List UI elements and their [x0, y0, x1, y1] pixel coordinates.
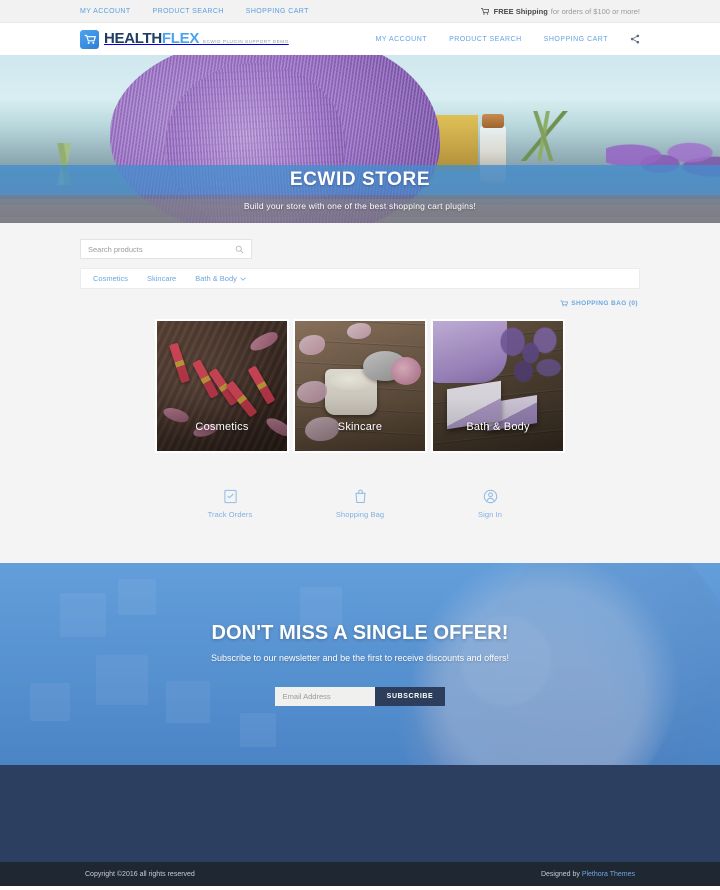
free-shipping-detail: for orders of $100 or more!	[550, 6, 640, 16]
topbar-link-product-search[interactable]: PRODUCT SEARCH	[153, 8, 224, 15]
site-logo[interactable]: HEALTHFLEX ECWID PLUGIN SUPPORT DEMO	[80, 29, 289, 49]
share-icon[interactable]	[630, 34, 640, 44]
designed-by-label: Designed by	[540, 870, 580, 878]
site-header: HEALTHFLEX ECWID PLUGIN SUPPORT DEMO MY …	[0, 23, 720, 55]
newsletter-form: SUBSCRIBE	[0, 687, 720, 706]
shopping-bag-label: SHOPPING BAG (0)	[571, 299, 638, 307]
nav-product-search[interactable]: PRODUCT SEARCH	[449, 36, 522, 43]
search-input[interactable]	[88, 244, 235, 254]
free-shipping-promo: FREE Shipping for orders of $100 or more…	[480, 6, 640, 16]
quick-link-track-orders[interactable]: Track Orders	[185, 489, 275, 519]
quick-link-label: Shopping Bag	[335, 510, 385, 519]
card-label-skincare: Skincare	[337, 421, 383, 433]
topbar-link-my-account[interactable]: MY ACCOUNT	[80, 8, 131, 15]
email-input[interactable]	[274, 687, 375, 706]
shopping-bag-status[interactable]: SHOPPING BAG (0)	[80, 299, 640, 307]
card-label-bath-body: Bath & Body	[466, 421, 530, 433]
logo-text-health: HEALTH	[104, 30, 162, 47]
quick-link-sign-in[interactable]: Sign In	[445, 489, 535, 519]
search-icon[interactable]	[235, 245, 244, 254]
category-card-skincare[interactable]: Skincare	[293, 319, 427, 453]
hero-subtitle: Build your store with one of the best sh…	[243, 201, 477, 211]
sign-in-user-icon	[483, 489, 497, 504]
shopping-bag-icon	[354, 489, 366, 504]
cart-icon	[480, 7, 489, 15]
designed-by: Designed by Plethora Themes	[541, 871, 635, 878]
category-label: Cosmetics	[93, 274, 129, 283]
footer-widget-area	[0, 765, 720, 862]
product-search-box[interactable]	[80, 239, 252, 259]
logo-text-flex: FLEX	[161, 30, 200, 47]
quick-link-label: Sign In	[477, 510, 503, 519]
category-cards: Cosmetics Skincare Bath & Body	[0, 307, 720, 453]
nav-my-account[interactable]: MY ACCOUNT	[376, 36, 428, 43]
copyright-text: Copyright ©2016 all rights reserved	[85, 870, 195, 878]
store-quick-links: Track Orders Shopping Bag Sign In	[0, 453, 720, 563]
track-orders-icon	[223, 489, 237, 504]
topbar-link-shopping-cart[interactable]: SHOPPING CART	[246, 8, 309, 15]
hero-banner: ECWID STORE Build your store with one of…	[0, 55, 720, 223]
card-label-cosmetics: Cosmetics	[195, 421, 249, 433]
quick-link-label: Track Orders	[207, 510, 253, 519]
main-navigation: MY ACCOUNT PRODUCT SEARCH SHOPPING CART	[376, 34, 640, 44]
shopping-bag-icon	[560, 300, 569, 307]
category-link-cosmetics[interactable]: Cosmetics	[93, 274, 128, 283]
quick-link-shopping-bag[interactable]: Shopping Bag	[315, 489, 405, 519]
category-nav-bar: Cosmetics Skincare Bath & Body	[80, 268, 640, 289]
nav-shopping-cart[interactable]: SHOPPING CART	[544, 36, 608, 43]
subscribe-button[interactable]: SUBSCRIBE	[374, 687, 446, 706]
newsletter-title: DON'T MISS A SINGLE OFFER!	[211, 622, 509, 644]
category-card-bath-body[interactable]: Bath & Body	[431, 319, 565, 453]
hero-subtitle-band: Build your store with one of the best sh…	[0, 195, 720, 217]
free-shipping-label: FREE Shipping	[493, 6, 548, 16]
footer-copyright-bar: Copyright ©2016 all rights reserved Desi…	[0, 862, 720, 886]
newsletter-section: DON'T MISS A SINGLE OFFER! Subscribe to …	[0, 563, 720, 765]
top-utility-bar: MY ACCOUNT PRODUCT SEARCH SHOPPING CART …	[0, 0, 720, 23]
hero-title: ECWID STORE	[289, 169, 431, 190]
category-link-skincare[interactable]: Skincare	[147, 274, 176, 283]
category-label: Bath & Body	[195, 274, 237, 283]
hero-title-band: ECWID STORE	[0, 165, 720, 195]
shopping-cart-logo-icon	[80, 29, 99, 49]
designer-link[interactable]: Plethora Themes	[582, 871, 635, 878]
topbar-links: MY ACCOUNT PRODUCT SEARCH SHOPPING CART	[80, 8, 309, 15]
store-section: Cosmetics Skincare Bath & Body SHOPPING …	[0, 223, 720, 307]
category-label: Skincare	[147, 274, 177, 283]
chevron-down-icon	[240, 277, 246, 281]
category-card-cosmetics[interactable]: Cosmetics	[155, 319, 289, 453]
logo-subtitle: ECWID PLUGIN SUPPORT DEMO	[202, 39, 289, 44]
newsletter-subtitle: Subscribe to our newsletter and be the f…	[211, 653, 509, 663]
category-link-bath-body[interactable]: Bath & Body	[195, 274, 246, 283]
